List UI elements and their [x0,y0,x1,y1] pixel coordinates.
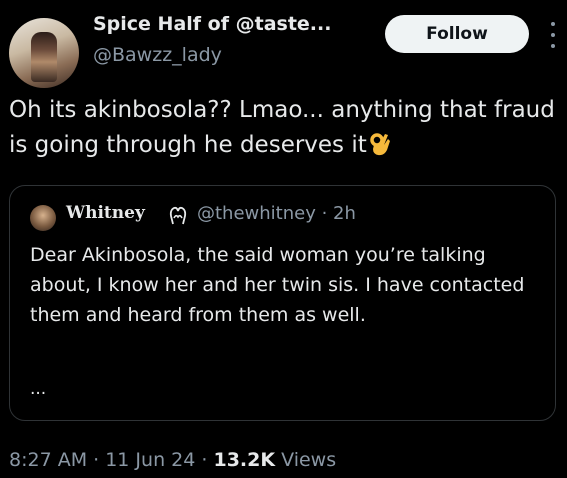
views-count: 13.2K [213,449,276,471]
views-label: Views [275,449,337,471]
timestamp[interactable]: 8:27 AM · 11 Jun 24 · [9,449,213,471]
more-options-icon[interactable] [549,22,557,48]
quoted-handle-time: @thewhitney · 2h [197,203,356,224]
follow-button[interactable]: Follow [385,15,529,53]
quoted-tweet[interactable]: Whitney @thewhitney · 2h Dear Akinbosola… [9,185,556,421]
more-dot [551,33,555,37]
quoted-ellipsis: ... [30,379,47,399]
more-dot [551,22,555,26]
quoted-author-avatar [30,205,56,231]
tweet-body: Oh its akinbosola?? Lmao... anything tha… [9,97,555,158]
author-handle[interactable]: @Bawzz_lady [93,44,222,66]
heart-hands-icon [169,206,187,225]
tweet-meta: 8:27 AM · 11 Jun 24 · 13.2K Views [9,449,336,471]
author-display-name[interactable]: Spice Half of @taste... [93,13,331,35]
avatar-photo [31,32,57,82]
quoted-author-name: Whitney [66,203,145,223]
quoted-text: Dear Akinbosola, the said woman you’re t… [30,244,525,326]
more-dot [551,44,555,48]
ok-hand-icon [370,133,390,156]
tweet-text: Oh its akinbosola?? Lmao... anything tha… [9,93,565,163]
author-avatar[interactable] [9,18,79,88]
